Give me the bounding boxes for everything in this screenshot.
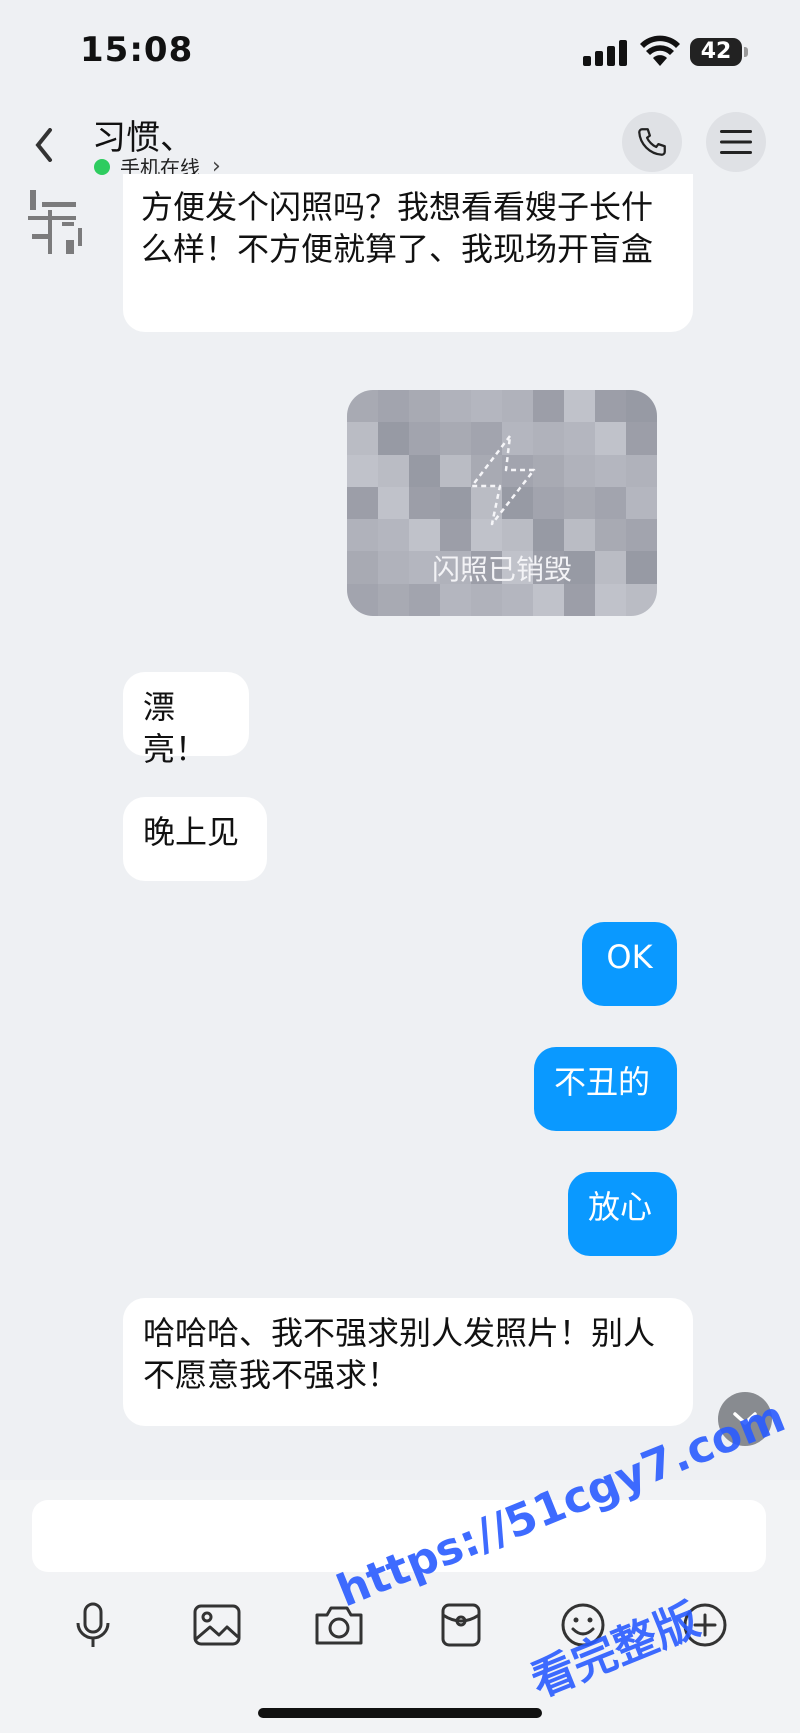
- mosaic-cell: [564, 583, 595, 616]
- mosaic-cell: [378, 454, 409, 487]
- mosaic-cell: [378, 583, 409, 616]
- avatar-image: [28, 190, 82, 254]
- online-dot: [94, 158, 110, 175]
- mosaic-cell: [409, 583, 440, 616]
- mosaic-cell: [409, 519, 440, 552]
- mosaic-cell: [595, 454, 626, 487]
- mosaic-cell: [626, 390, 657, 423]
- battery-icon: 42: [690, 38, 742, 66]
- cellular-signal-icon: [583, 40, 627, 66]
- mosaic-cell: [564, 519, 595, 552]
- voice-call-button[interactable]: [622, 112, 682, 172]
- image-icon: [193, 1604, 241, 1646]
- message-outgoing-1[interactable]: OK: [582, 922, 677, 1006]
- mosaic-cell: [595, 422, 626, 455]
- contact-avatar[interactable]: [22, 180, 102, 320]
- mosaic-cell: [347, 583, 378, 616]
- back-arrow-icon: [35, 128, 52, 162]
- mosaic-cell: [533, 583, 564, 616]
- mosaic-cell: [564, 390, 595, 423]
- status-bar: 15:08 42: [0, 0, 800, 100]
- mosaic-cell: [595, 486, 626, 520]
- menu-button[interactable]: [706, 112, 766, 172]
- mosaic-cell: [440, 390, 471, 423]
- mosaic-cell: [626, 454, 657, 487]
- mosaic-cell: [564, 422, 595, 455]
- microphone-icon: [76, 1602, 110, 1647]
- mosaic-cell: [347, 486, 378, 520]
- red-packet-icon: [441, 1603, 481, 1647]
- mosaic-cell: [471, 390, 502, 423]
- wifi-icon: [640, 35, 680, 66]
- mosaic-cell: [347, 422, 378, 455]
- message-outgoing-2[interactable]: 不丑的: [534, 1047, 677, 1131]
- mosaic-cell: [409, 390, 440, 423]
- mosaic-cell: [502, 583, 533, 616]
- mosaic-cell: [595, 519, 626, 552]
- mosaic-cell: [409, 486, 440, 520]
- mosaic-cell: [626, 519, 657, 552]
- mosaic-cell: [440, 583, 471, 616]
- home-indicator: [258, 1708, 542, 1718]
- hamburger-menu-icon: [720, 130, 752, 154]
- image-button[interactable]: [182, 1590, 252, 1660]
- message-incoming-1[interactable]: 方便发个闪照吗？我想看看嫂子长什么样！不方便就算了、我现场开盲盒: [123, 174, 693, 332]
- message-incoming-2[interactable]: 漂亮！: [123, 672, 249, 768]
- mosaic-cell: [626, 422, 657, 455]
- phone-icon: [638, 128, 666, 156]
- mosaic-cell: [533, 390, 564, 423]
- red-packet-button[interactable]: [426, 1590, 496, 1660]
- mosaic-cell: [626, 583, 657, 616]
- mosaic-cell: [564, 454, 595, 487]
- mosaic-cell: [502, 390, 533, 423]
- mosaic-cell: [347, 454, 378, 487]
- mosaic-cell: [626, 486, 657, 520]
- voice-button[interactable]: [58, 1590, 128, 1660]
- mosaic-cell: [595, 390, 626, 423]
- flash-photo-label: 闪照已销毁: [431, 553, 572, 586]
- lightning-icon: [470, 434, 536, 526]
- message-incoming-3[interactable]: 晚上见: [123, 797, 267, 881]
- mosaic-cell: [409, 454, 440, 487]
- mosaic-cell: [378, 486, 409, 520]
- mosaic-cell: [595, 583, 626, 616]
- mosaic-cell: [347, 519, 378, 552]
- mosaic-cell: [564, 486, 595, 520]
- mosaic-cell: [378, 422, 409, 455]
- mosaic-cell: [378, 519, 409, 552]
- flash-photo-message[interactable]: 闪照已销毁: [347, 390, 657, 616]
- mosaic-cell: [409, 422, 440, 455]
- mosaic-cell: [471, 583, 502, 616]
- mosaic-cell: [347, 390, 378, 423]
- mosaic-cell: [378, 390, 409, 423]
- status-time: 15:08: [80, 30, 194, 70]
- message-outgoing-3[interactable]: 放心: [568, 1172, 677, 1256]
- battery-tip: [744, 47, 748, 57]
- message-incoming-4[interactable]: 哈哈哈、我不强求别人发照片！别人不愿意我不强求！: [123, 1298, 693, 1426]
